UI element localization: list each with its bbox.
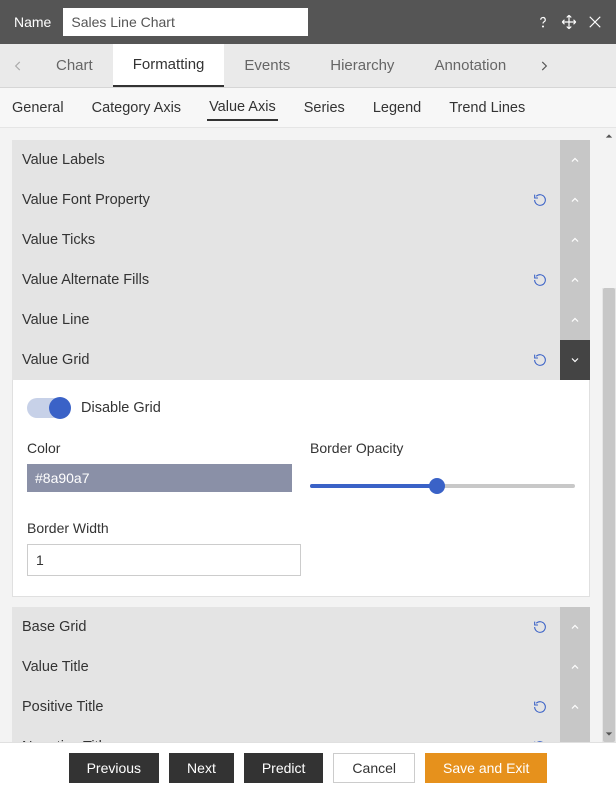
close-icon[interactable]: [584, 11, 606, 33]
help-icon[interactable]: [532, 11, 554, 33]
opacity-label: Border Opacity: [310, 440, 575, 456]
row-label: Base Grid: [22, 619, 530, 635]
row-value-title[interactable]: Value Title: [12, 647, 590, 687]
color-label: Color: [27, 440, 292, 456]
row-label: Value Title: [22, 659, 560, 675]
tabs-scroll-right[interactable]: [526, 44, 562, 87]
value-grid-body: Disable Grid Color #8a90a7 Border Opacit…: [12, 380, 590, 597]
row-value-line[interactable]: Value Line: [12, 300, 590, 340]
reset-icon[interactable]: [530, 190, 550, 210]
reset-icon[interactable]: [530, 697, 550, 717]
expand-toggle[interactable]: [560, 220, 590, 260]
disable-grid-toggle[interactable]: [27, 398, 69, 418]
subtab-value-axis[interactable]: Value Axis: [207, 95, 278, 121]
reset-icon[interactable]: [530, 350, 550, 370]
row-value-grid[interactable]: Value Grid: [12, 340, 590, 380]
sub-tabs: General Category Axis Value Axis Series …: [0, 88, 616, 128]
predict-button[interactable]: Predict: [244, 753, 324, 783]
subtab-trend-lines[interactable]: Trend Lines: [447, 96, 527, 120]
row-value-ticks[interactable]: Value Ticks: [12, 220, 590, 260]
collapse-toggle[interactable]: [560, 340, 590, 380]
scroll-handle[interactable]: [603, 288, 615, 742]
subtab-legend[interactable]: Legend: [371, 96, 423, 120]
color-swatch[interactable]: #8a90a7: [27, 464, 292, 492]
move-icon[interactable]: [558, 11, 580, 33]
expand-toggle[interactable]: [560, 647, 590, 687]
row-label: Value Alternate Fills: [22, 272, 530, 288]
properties-panel: Value Labels Value Font Property Value T…: [0, 128, 616, 742]
next-button[interactable]: Next: [169, 753, 234, 783]
title-bar: Name: [0, 0, 616, 44]
tab-hierarchy[interactable]: Hierarchy: [310, 44, 414, 87]
previous-button[interactable]: Previous: [69, 753, 159, 783]
row-value-alternate-fills[interactable]: Value Alternate Fills: [12, 260, 590, 300]
scroll-track[interactable]: [602, 288, 616, 742]
row-label: Positive Title: [22, 699, 530, 715]
row-positive-title[interactable]: Positive Title: [12, 687, 590, 727]
row-label: Value Ticks: [22, 232, 560, 248]
reset-icon[interactable]: [530, 270, 550, 290]
tab-chart[interactable]: Chart: [36, 44, 113, 87]
expand-toggle[interactable]: [560, 727, 590, 742]
row-negative-title[interactable]: Negative Title: [12, 727, 590, 742]
border-width-input[interactable]: [27, 544, 301, 576]
row-label: Value Line: [22, 312, 560, 328]
row-label: Value Labels: [22, 152, 560, 168]
name-label: Name: [14, 14, 51, 30]
cancel-button[interactable]: Cancel: [333, 753, 415, 783]
main-tabs: Chart Formatting Events Hierarchy Annota…: [0, 44, 616, 88]
opacity-slider[interactable]: [310, 474, 575, 498]
row-base-grid[interactable]: Base Grid: [12, 607, 590, 647]
expand-toggle[interactable]: [560, 687, 590, 727]
tab-formatting[interactable]: Formatting: [113, 44, 225, 87]
row-label: Value Font Property: [22, 192, 530, 208]
row-value-font-property[interactable]: Value Font Property: [12, 180, 590, 220]
expand-toggle[interactable]: [560, 180, 590, 220]
disable-grid-label: Disable Grid: [81, 400, 161, 416]
subtab-series[interactable]: Series: [302, 96, 347, 120]
tab-annotation[interactable]: Annotation: [414, 44, 526, 87]
name-input[interactable]: [63, 8, 308, 36]
subtab-category-axis[interactable]: Category Axis: [90, 96, 183, 120]
expand-toggle[interactable]: [560, 140, 590, 180]
scroll-up-arrow[interactable]: [602, 130, 616, 142]
footer: Previous Next Predict Cancel Save and Ex…: [0, 742, 616, 792]
subtab-general[interactable]: General: [10, 96, 66, 120]
reset-icon[interactable]: [530, 617, 550, 637]
save-exit-button[interactable]: Save and Exit: [425, 753, 547, 783]
row-label: Value Grid: [22, 352, 530, 368]
row-value-labels[interactable]: Value Labels: [12, 140, 590, 180]
border-width-label: Border Width: [27, 520, 301, 536]
tab-events[interactable]: Events: [224, 44, 310, 87]
expand-toggle[interactable]: [560, 300, 590, 340]
scroll-down-arrow[interactable]: [602, 728, 616, 740]
expand-toggle[interactable]: [560, 607, 590, 647]
expand-toggle[interactable]: [560, 260, 590, 300]
reset-icon[interactable]: [530, 737, 550, 742]
tabs-scroll-left[interactable]: [0, 44, 36, 87]
row-label: Negative Title: [22, 739, 530, 742]
